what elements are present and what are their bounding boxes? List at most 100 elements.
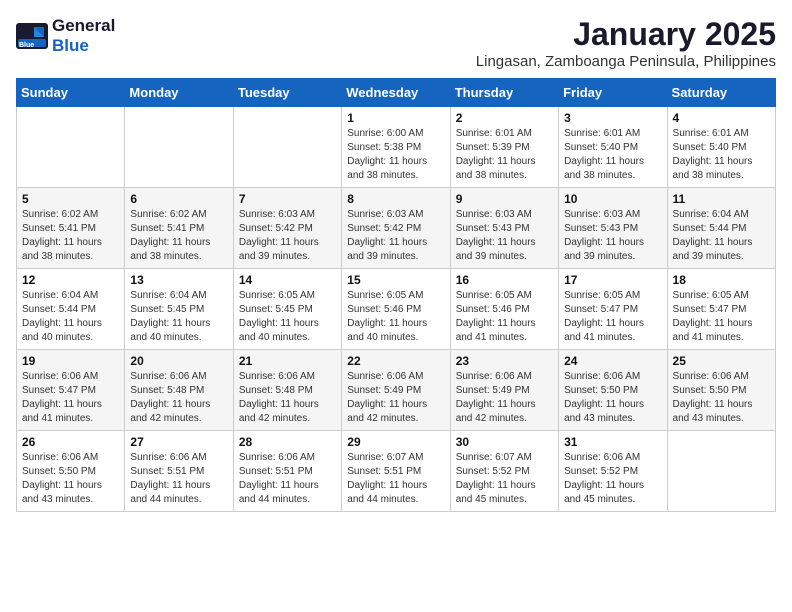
day-number: 1 <box>347 111 444 125</box>
day-info: Sunrise: 6:02 AMSunset: 5:41 PMDaylight:… <box>22 208 119 264</box>
day-number: 10 <box>564 192 661 206</box>
day-number: 13 <box>130 273 227 287</box>
day-number: 25 <box>673 354 770 368</box>
day-info: Sunrise: 6:02 AMSunset: 5:41 PMDaylight:… <box>130 208 227 264</box>
calendar-day-10: 10 Sunrise: 6:03 AMSunset: 5:43 PMDayligh… <box>559 188 667 269</box>
calendar-day-17: 17Sunrise: 6:05 AMSunset: 5:47 PMDayligh… <box>559 269 667 350</box>
calendar-day-1: 1 Sunrise: 6:00 AMSunset: 5:38 PMDaylight… <box>342 107 450 188</box>
calendar-empty-cell <box>17 107 125 188</box>
day-info: Sunrise: 6:07 AMSunset: 5:52 PMDaylight:… <box>456 451 553 507</box>
day-info: Sunrise: 6:00 AMSunset: 5:38 PMDaylight:… <box>347 127 444 183</box>
calendar-week-row: 5 Sunrise: 6:02 AMSunset: 5:41 PMDaylight… <box>17 188 776 269</box>
day-info: Sunrise: 6:04 AMSunset: 5:45 PMDaylight:… <box>130 289 227 345</box>
calendar-day-30: 30Sunrise: 6:07 AMSunset: 5:52 PMDayligh… <box>450 431 558 512</box>
day-number: 16 <box>456 273 553 287</box>
day-number: 3 <box>564 111 661 125</box>
day-number: 2 <box>456 111 553 125</box>
calendar-day-7: 7Sunrise: 6:03 AMSunset: 5:42 PMDaylight… <box>233 188 341 269</box>
day-info: Sunrise: 6:01 AMSunset: 5:39 PMDaylight:… <box>456 127 553 183</box>
day-number: 9 <box>456 192 553 206</box>
calendar-day-5: 5 Sunrise: 6:02 AMSunset: 5:41 PMDaylight… <box>17 188 125 269</box>
calendar-day-24: 24 Sunrise: 6:06 AMSunset: 5:50 PMDayligh… <box>559 350 667 431</box>
calendar-day-25: 25 Sunrise: 6:06 AMSunset: 5:50 PMDayligh… <box>667 350 775 431</box>
day-number: 23 <box>456 354 553 368</box>
day-info: Sunrise: 6:06 AMSunset: 5:48 PMDaylight:… <box>130 370 227 426</box>
day-info: Sunrise: 6:07 AMSunset: 5:51 PMDaylight:… <box>347 451 444 507</box>
day-number: 6 <box>130 192 227 206</box>
header: Blue General Blue January 2025 Lingasan,… <box>16 16 776 70</box>
weekday-header-tuesday: Tuesday <box>233 79 341 107</box>
day-info: Sunrise: 6:06 AMSunset: 5:49 PMDaylight:… <box>347 370 444 426</box>
logo-general: General <box>52 16 115 35</box>
day-number: 29 <box>347 435 444 449</box>
calendar-day-6: 6 Sunrise: 6:02 AMSunset: 5:41 PMDaylight… <box>125 188 233 269</box>
day-info: Sunrise: 6:06 AMSunset: 5:50 PMDaylight:… <box>673 370 770 426</box>
day-info: Sunrise: 6:04 AMSunset: 5:44 PMDaylight:… <box>22 289 119 345</box>
calendar-week-row: 1 Sunrise: 6:00 AMSunset: 5:38 PMDaylight… <box>17 107 776 188</box>
day-number: 18 <box>673 273 770 287</box>
day-number: 17 <box>564 273 661 287</box>
calendar-day-13: 13 Sunrise: 6:04 AMSunset: 5:45 PMDayligh… <box>125 269 233 350</box>
day-number: 5 <box>22 192 119 206</box>
calendar-day-8: 8 Sunrise: 6:03 AMSunset: 5:42 PMDaylight… <box>342 188 450 269</box>
day-number: 21 <box>239 354 336 368</box>
calendar-day-26: 26 Sunrise: 6:06 AMSunset: 5:50 PMDayligh… <box>17 431 125 512</box>
calendar-day-9: 9 Sunrise: 6:03 AMSunset: 5:43 PMDaylight… <box>450 188 558 269</box>
day-number: 7 <box>239 192 336 206</box>
calendar-week-row: 19Sunrise: 6:06 AMSunset: 5:47 PMDayligh… <box>17 350 776 431</box>
day-info: Sunrise: 6:06 AMSunset: 5:51 PMDaylight:… <box>130 451 227 507</box>
weekday-header-row: SundayMondayTuesdayWednesdayThursdayFrid… <box>17 79 776 107</box>
day-number: 8 <box>347 192 444 206</box>
calendar-day-11: 11Sunrise: 6:04 AMSunset: 5:44 PMDayligh… <box>667 188 775 269</box>
calendar-day-19: 19Sunrise: 6:06 AMSunset: 5:47 PMDayligh… <box>17 350 125 431</box>
calendar-day-12: 12 Sunrise: 6:04 AMSunset: 5:44 PMDayligh… <box>17 269 125 350</box>
day-number: 22 <box>347 354 444 368</box>
day-info: Sunrise: 6:06 AMSunset: 5:52 PMDaylight:… <box>564 451 661 507</box>
day-info: Sunrise: 6:06 AMSunset: 5:50 PMDaylight:… <box>22 451 119 507</box>
day-info: Sunrise: 6:05 AMSunset: 5:47 PMDaylight:… <box>673 289 770 345</box>
day-number: 12 <box>22 273 119 287</box>
day-info: Sunrise: 6:04 AMSunset: 5:44 PMDaylight:… <box>673 208 770 264</box>
calendar-day-21: 21 Sunrise: 6:06 AMSunset: 5:48 PMDayligh… <box>233 350 341 431</box>
day-info: Sunrise: 6:01 AMSunset: 5:40 PMDaylight:… <box>673 127 770 183</box>
day-number: 20 <box>130 354 227 368</box>
calendar-day-27: 27 Sunrise: 6:06 AMSunset: 5:51 PMDayligh… <box>125 431 233 512</box>
day-number: 26 <box>22 435 119 449</box>
day-info: Sunrise: 6:05 AMSunset: 5:46 PMDaylight:… <box>456 289 553 345</box>
weekday-header-thursday: Thursday <box>450 79 558 107</box>
weekday-header-monday: Monday <box>125 79 233 107</box>
day-info: Sunrise: 6:03 AMSunset: 5:42 PMDaylight:… <box>347 208 444 264</box>
day-number: 15 <box>347 273 444 287</box>
day-number: 28 <box>239 435 336 449</box>
calendar-day-23: 23 Sunrise: 6:06 AMSunset: 5:49 PMDayligh… <box>450 350 558 431</box>
calendar-day-18: 18 Sunrise: 6:05 AMSunset: 5:47 PMDayligh… <box>667 269 775 350</box>
day-number: 24 <box>564 354 661 368</box>
calendar-day-20: 20 Sunrise: 6:06 AMSunset: 5:48 PMDayligh… <box>125 350 233 431</box>
day-info: Sunrise: 6:03 AMSunset: 5:43 PMDaylight:… <box>456 208 553 264</box>
weekday-header-sunday: Sunday <box>17 79 125 107</box>
day-info: Sunrise: 6:01 AMSunset: 5:40 PMDaylight:… <box>564 127 661 183</box>
calendar-day-16: 16 Sunrise: 6:05 AMSunset: 5:46 PMDayligh… <box>450 269 558 350</box>
title-area: January 2025 Lingasan, Zamboanga Peninsu… <box>476 16 776 70</box>
day-info: Sunrise: 6:06 AMSunset: 5:51 PMDaylight:… <box>239 451 336 507</box>
calendar-empty-cell <box>667 431 775 512</box>
day-info: Sunrise: 6:06 AMSunset: 5:48 PMDaylight:… <box>239 370 336 426</box>
calendar-day-15: 15 Sunrise: 6:05 AMSunset: 5:46 PMDayligh… <box>342 269 450 350</box>
logo-blue: Blue <box>52 36 89 55</box>
day-info: Sunrise: 6:06 AMSunset: 5:49 PMDaylight:… <box>456 370 553 426</box>
location-title: Lingasan, Zamboanga Peninsula, Philippin… <box>476 53 776 70</box>
day-number: 31 <box>564 435 661 449</box>
calendar-day-22: 22 Sunrise: 6:06 AMSunset: 5:49 PMDayligh… <box>342 350 450 431</box>
calendar-empty-cell <box>125 107 233 188</box>
calendar-day-2: 2 Sunrise: 6:01 AMSunset: 5:39 PMDaylight… <box>450 107 558 188</box>
calendar-week-row: 26 Sunrise: 6:06 AMSunset: 5:50 PMDayligh… <box>17 431 776 512</box>
calendar-day-29: 29 Sunrise: 6:07 AMSunset: 5:51 PMDayligh… <box>342 431 450 512</box>
day-info: Sunrise: 6:03 AMSunset: 5:43 PMDaylight:… <box>564 208 661 264</box>
month-title: January 2025 <box>476 16 776 53</box>
day-number: 4 <box>673 111 770 125</box>
day-number: 27 <box>130 435 227 449</box>
calendar-day-4: 4 Sunrise: 6:01 AMSunset: 5:40 PMDaylight… <box>667 107 775 188</box>
day-info: Sunrise: 6:06 AMSunset: 5:50 PMDaylight:… <box>564 370 661 426</box>
day-info: Sunrise: 6:05 AMSunset: 5:46 PMDaylight:… <box>347 289 444 345</box>
calendar-day-28: 28 Sunrise: 6:06 AMSunset: 5:51 PMDayligh… <box>233 431 341 512</box>
